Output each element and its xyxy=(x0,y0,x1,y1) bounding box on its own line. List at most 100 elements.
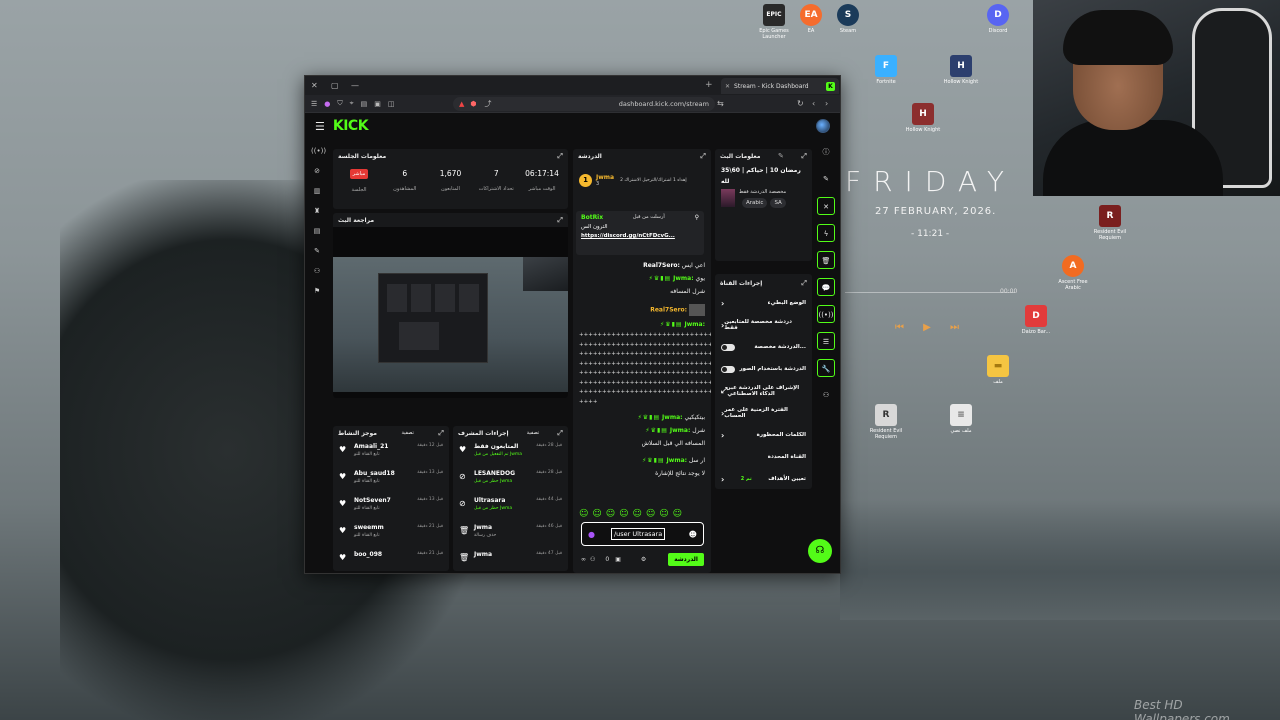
edit-icon[interactable]: ✎ xyxy=(778,152,784,160)
desktop-icon-hollow-knight-2[interactable]: H Hollow Knight xyxy=(901,103,945,133)
subscribers-only-row[interactable]: الدردشة مخصصة... xyxy=(715,336,812,358)
pinned-link[interactable]: https://discord.gg/nCtFDcvG... xyxy=(581,233,699,239)
broadcast-icon[interactable]: ((•)) xyxy=(817,305,835,323)
gift-icon[interactable]: ▣ xyxy=(615,556,621,563)
settings-icon[interactable]: ⚙ xyxy=(641,556,646,563)
chat-username[interactable]: Real7Sero: xyxy=(643,262,680,269)
new-tab-icon[interactable]: + xyxy=(705,80,713,90)
maximize-window-icon[interactable]: ▢ xyxy=(331,81,341,90)
close-window-icon[interactable]: ✕ xyxy=(311,81,321,90)
popout-icon[interactable]: ⤢ xyxy=(557,152,563,161)
desktop-icon-steam[interactable]: S Steam xyxy=(826,4,870,34)
toggle-switch[interactable] xyxy=(721,343,735,351)
pinned-user[interactable]: BotRix xyxy=(581,214,603,221)
desktop-icon-resident-evil-2[interactable]: R Resident Evil Requiem xyxy=(864,404,908,440)
mod-action-name[interactable]: Ultrasara xyxy=(474,497,512,504)
reader-icon[interactable]: ▤ xyxy=(361,100,368,108)
close-tab-icon[interactable]: ✕ xyxy=(725,83,730,90)
wrench-icon[interactable]: ✎ xyxy=(311,245,323,257)
category-thumbnail[interactable] xyxy=(721,189,735,207)
chat-username[interactable]: Jwma: xyxy=(662,414,682,421)
filter-button[interactable]: تصفية xyxy=(527,430,539,436)
tag-arabic[interactable]: Arabic xyxy=(742,198,768,208)
back-icon[interactable]: ‹ xyxy=(812,99,815,108)
desktop-icon-fortnite[interactable]: F Fortnite xyxy=(864,55,908,85)
wrench-icon[interactable]: 🔧 xyxy=(817,359,835,377)
link-icon[interactable]: ⊘ xyxy=(311,165,323,177)
chat-input-value[interactable]: /user Ultrasara xyxy=(610,528,666,540)
chat-bubble-icon[interactable]: 💬 xyxy=(817,278,835,296)
mod-action-name[interactable]: Jwma xyxy=(474,551,492,558)
activity-user[interactable]: Amaali_21 xyxy=(354,443,388,450)
banned-words-row[interactable]: الكلمات المحظورة › xyxy=(715,424,812,446)
list-icon[interactable]: ☰ xyxy=(817,332,835,350)
close-mod-icon[interactable]: ✕ xyxy=(817,197,835,215)
mod-action-name[interactable]: LESANEDOG xyxy=(474,470,515,477)
chat-username[interactable]: Jwma: xyxy=(667,457,687,464)
activity-user[interactable]: NotSeven7 xyxy=(354,497,391,504)
emote-only-row[interactable]: الدردشة باستخدام الصور xyxy=(715,358,812,380)
top-gifter-name[interactable]: Jwma xyxy=(596,174,614,181)
infinity-icon[interactable]: ∞ xyxy=(581,556,586,563)
mod-action-name[interactable]: المتابعون فقط xyxy=(474,443,522,450)
filter-button[interactable]: تصفية xyxy=(401,430,413,436)
users-icon[interactable]: ⚇ xyxy=(311,265,323,277)
chat-username[interactable]: Real7Sero: xyxy=(650,307,687,314)
desktop-icon-daizo[interactable]: D Daizo Bar... xyxy=(1014,305,1058,335)
popout-icon[interactable]: ⤢ xyxy=(557,216,563,225)
popout-icon[interactable]: ⤢ xyxy=(438,429,444,438)
sidebar-toggle-icon[interactable]: ☰ xyxy=(311,100,317,108)
slow-mode-row[interactable]: الوضع البطيء › xyxy=(715,292,812,314)
address-bar[interactable]: ▲ ⬢ ⤴ dashboard.kick.com/stream xyxy=(453,97,715,111)
send-chat-button[interactable]: الدردشة xyxy=(668,553,704,566)
chat-username[interactable]: Jwma: xyxy=(685,321,705,328)
desktop-icon-discord[interactable]: D Discord xyxy=(976,4,1020,34)
extension-icon[interactable]: ● xyxy=(324,100,330,108)
reload-icon[interactable]: ↻ xyxy=(797,99,804,108)
share-icon[interactable]: ⤴ xyxy=(485,99,492,109)
analytics-icon[interactable]: ▥ xyxy=(311,185,323,197)
tag-sa[interactable]: SA xyxy=(770,198,786,208)
forward-icon[interactable]: › xyxy=(825,99,828,108)
mod-icon[interactable]: ⚑ xyxy=(311,285,323,297)
microphone-icon[interactable]: ● xyxy=(588,530,595,539)
pencil-icon[interactable]: ✎ xyxy=(817,170,835,188)
split-view-icon[interactable]: ◫ xyxy=(388,100,395,108)
chat-username[interactable]: Jwma: xyxy=(670,427,690,434)
pinned-message[interactable]: BotRix أرسلت من قبل ⚲ الترون الس https:/… xyxy=(576,211,704,255)
user-avatar[interactable] xyxy=(816,119,830,133)
kick-logo[interactable]: KICK xyxy=(333,118,369,134)
mod-action-name[interactable]: Jwma xyxy=(474,524,496,531)
followers-only-row[interactable]: دردشة مخصصة للمتابعين فقط › xyxy=(715,314,812,336)
info-icon[interactable]: ⓘ xyxy=(817,143,835,161)
chat-username[interactable]: Jwma: xyxy=(673,275,693,282)
ai-moderation-row[interactable]: الإشراف على الدردشة عبر الذكاء الاصطناعي… xyxy=(715,380,812,402)
stream-preview-video[interactable] xyxy=(333,227,568,398)
desktop-icon-resident-evil[interactable]: R Resident Evil Requiem xyxy=(1088,205,1132,241)
desktop-icon-text-file[interactable]: ≡ ملف نصي xyxy=(939,404,983,434)
activity-user[interactable]: sweemm xyxy=(354,524,384,531)
goals-row[interactable]: تعيين الأهداف تم 2 › xyxy=(715,468,812,489)
media-icon[interactable]: ▤ xyxy=(311,225,323,237)
emote-bar[interactable]: ☺☺☺☺☺☺☺☺ xyxy=(579,509,686,519)
desktop-icon-ascent[interactable]: A Ascent Free Arabic xyxy=(1051,255,1095,291)
emoji-icon[interactable]: ☻ xyxy=(689,530,697,539)
users-icon[interactable]: ⚇ xyxy=(817,386,835,404)
minimize-window-icon[interactable]: — xyxy=(351,81,361,90)
pin-icon[interactable]: ⚲ xyxy=(695,214,699,221)
popout-icon[interactable]: ⤢ xyxy=(801,279,807,288)
trash-icon[interactable]: 🗑 xyxy=(817,251,835,269)
popout-icon[interactable]: ⤢ xyxy=(801,152,807,161)
support-headset-button[interactable]: ☊ xyxy=(808,539,832,563)
toggle-switch[interactable] xyxy=(721,365,735,373)
desktop-icon-folder[interactable]: ▬ ملف xyxy=(976,355,1020,385)
shield-icon[interactable]: ⛉ xyxy=(337,99,342,108)
tab-kick-dashboard[interactable]: ✕ Stream - Kick Dashboard K xyxy=(721,78,839,94)
featured-channel-row[interactable]: القناة المحددة xyxy=(715,446,812,468)
media-controls[interactable]: ⏮ ▶ ⏭ xyxy=(895,322,967,333)
menu-icon[interactable]: ☰ xyxy=(315,120,325,133)
popout-icon[interactable]: ⤢ xyxy=(700,152,706,161)
pin-icon[interactable]: ⌖ xyxy=(350,99,354,108)
lightning-icon[interactable]: ϟ xyxy=(817,224,835,242)
live-icon[interactable]: ((•)) xyxy=(311,145,326,157)
